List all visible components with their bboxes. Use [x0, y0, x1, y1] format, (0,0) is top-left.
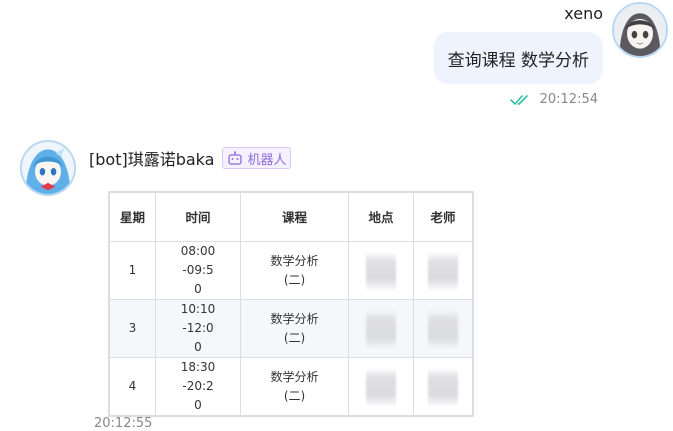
cell-location: [348, 241, 414, 300]
cell-teacher: [413, 241, 473, 300]
course-table: 星期 时间 课程 地点 老师 1 08:00-09:50 数学分析(二) 3 1…: [108, 191, 474, 417]
table-row: 1 08:00-09:50 数学分析(二): [109, 241, 473, 300]
bot-avatar[interactable]: [20, 140, 76, 196]
column-header-day: 星期: [109, 192, 156, 242]
chat-page: xeno 查询课程 数学分析 20:12:54 [bot]琪露诺baka 机器人…: [0, 0, 673, 431]
user-message-meta: 20:12:54: [509, 92, 598, 107]
cell-course: 数学分析(二): [240, 241, 349, 300]
cell-course: 数学分析(二): [240, 299, 349, 358]
column-header-time: 时间: [155, 192, 241, 242]
cell-location: [348, 357, 414, 416]
redacted-teacher: [428, 251, 458, 290]
user-sender-name: xeno: [564, 4, 603, 23]
cell-teacher: [413, 357, 473, 416]
anime-avatar-icon: [22, 142, 74, 194]
user-message-text: 查询课程 数学分析: [447, 50, 589, 71]
cell-teacher: [413, 299, 473, 358]
cell-time: 18:30-20:20: [155, 357, 241, 416]
anime-avatar-icon: [614, 4, 666, 56]
redacted-teacher: [428, 367, 458, 406]
bot-header: [bot]琪露诺baka 机器人: [89, 146, 292, 170]
column-header-course: 课程: [240, 192, 349, 242]
user-avatar[interactable]: [612, 2, 668, 58]
cell-day: 4: [109, 357, 156, 416]
redacted-location: [366, 367, 396, 406]
cell-time: 10:10-12:00: [155, 299, 241, 358]
cell-course: 数学分析(二): [240, 357, 349, 416]
column-header-teacher: 老师: [413, 192, 473, 242]
bot-badge: 机器人: [222, 147, 292, 169]
redacted-teacher: [428, 309, 458, 348]
redacted-location: [366, 251, 396, 290]
cell-time: 08:00-09:50: [155, 241, 241, 300]
table-row: 3 10:10-12:00 数学分析(二): [109, 299, 473, 358]
cell-day: 1: [109, 241, 156, 300]
bot-sender-name: [bot]琪露诺baka: [89, 150, 215, 169]
user-message-time: 20:12:54: [539, 92, 598, 107]
bot-badge-label: 机器人: [247, 152, 287, 168]
cell-day: 3: [109, 299, 156, 358]
table-row: 4 18:30-20:20 数学分析(二): [109, 357, 473, 416]
cell-location: [348, 299, 414, 358]
user-message-bubble[interactable]: 查询课程 数学分析: [433, 32, 603, 84]
bot-message-time: 20:12:55: [94, 416, 153, 431]
column-header-location: 地点: [348, 192, 414, 242]
redacted-location: [366, 309, 396, 348]
table-header-row: 星期 时间 课程 地点 老师: [109, 192, 473, 242]
robot-icon: [228, 151, 243, 165]
double-check-icon: [509, 94, 528, 105]
